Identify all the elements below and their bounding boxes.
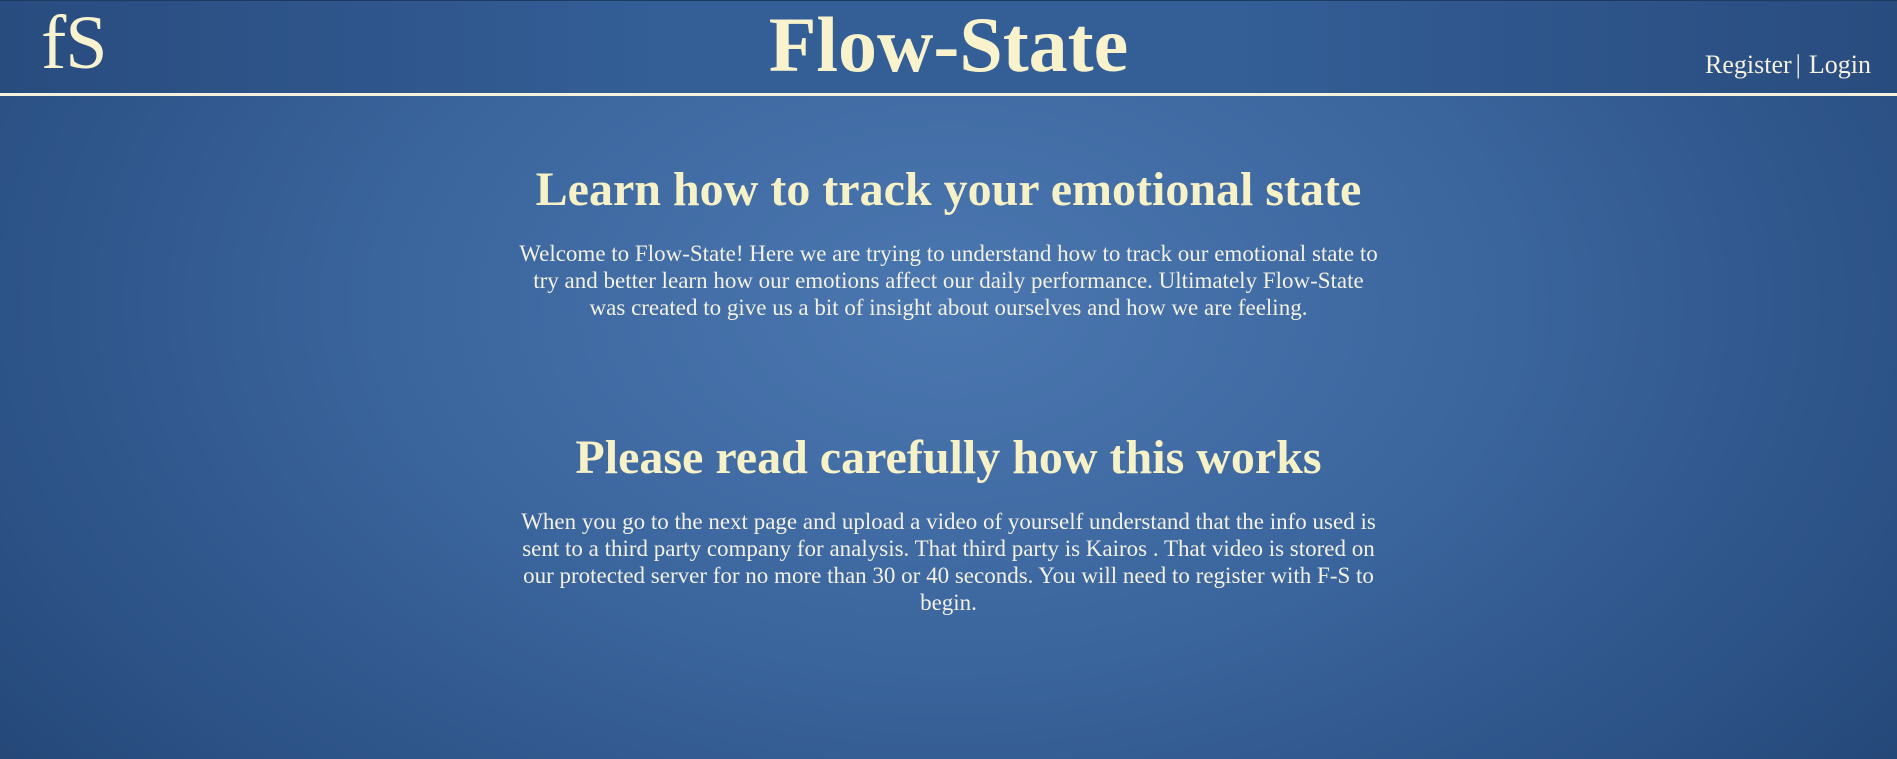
login-link[interactable]: Login	[1809, 50, 1871, 79]
register-link[interactable]: Register	[1705, 50, 1792, 79]
intro-section: Learn how to track your emotional state …	[0, 160, 1897, 321]
site-header: fS Flow-State Register | Login	[0, 0, 1897, 96]
instructions-heading: Please read carefully how this works	[575, 431, 1322, 484]
auth-nav: Register | Login	[1705, 48, 1871, 82]
nav-separator: |	[1795, 50, 1801, 79]
intro-heading: Learn how to track your emotional state	[535, 163, 1362, 216]
site-title: Flow-State	[768, 1, 1129, 88]
intro-paragraph: Welcome to Flow-State! Here we are tryin…	[519, 241, 1378, 320]
instructions-paragraph: When you go to the next page and upload …	[521, 509, 1376, 615]
instructions-section: Please read carefully how this works Whe…	[0, 428, 1897, 616]
